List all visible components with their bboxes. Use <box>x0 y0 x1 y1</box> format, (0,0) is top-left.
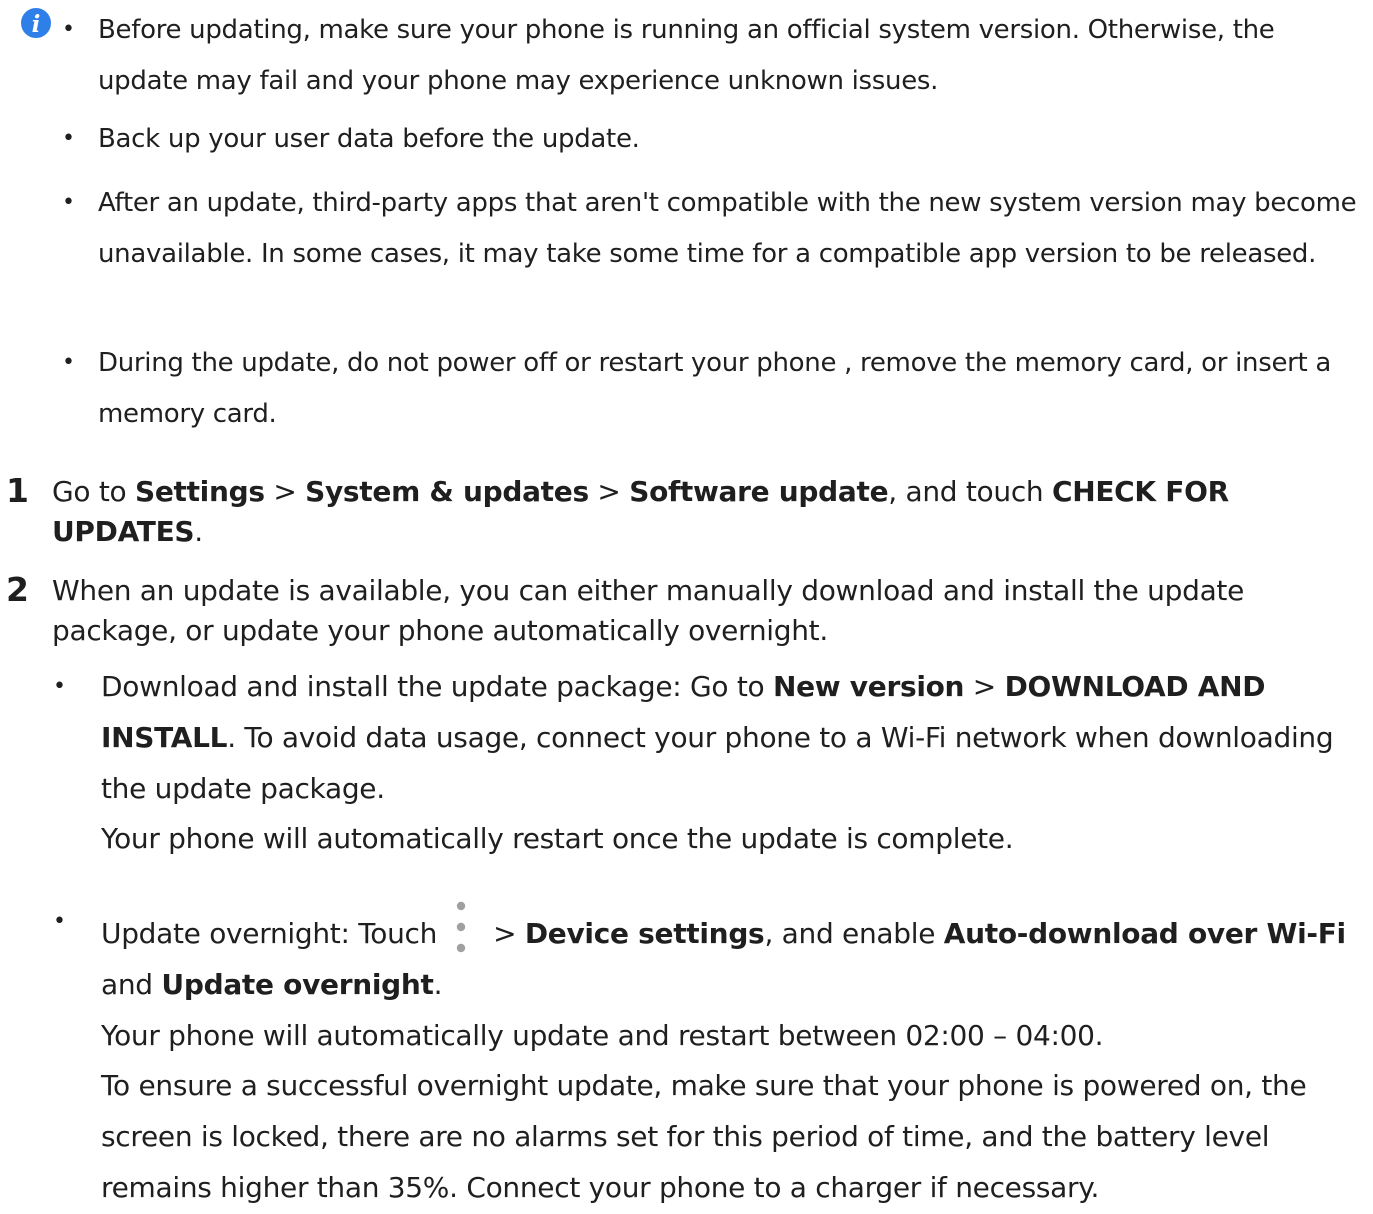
note-text: Back up your user data before the update… <box>98 124 640 154</box>
sub-text: . <box>433 967 443 1001</box>
software-update-label: Software update <box>629 475 889 508</box>
separator: > <box>264 475 306 508</box>
sub-text-line: Your phone will automatically update and… <box>101 1018 1104 1052</box>
sub-text: Download and install the update package:… <box>101 670 773 703</box>
step-text: When an update is available, you can eit… <box>52 574 1245 647</box>
system-updates-label: System & updates <box>305 475 589 508</box>
more-vertical-icon <box>456 901 466 953</box>
step-1: 1 Go to Settings > System & updates > So… <box>6 471 1362 552</box>
step-text: . <box>194 515 203 548</box>
note-item: • After an update, third-party apps that… <box>62 178 1368 279</box>
note-item: • Back up your user data before the upda… <box>62 114 1368 165</box>
sub-text-line: Your phone will automatically restart on… <box>101 822 1014 856</box>
step-number: 1 <box>6 471 29 510</box>
step-number: 2 <box>6 570 29 609</box>
note-text: Before updating, make sure your phone is… <box>98 15 1275 96</box>
separator: > <box>588 475 630 508</box>
sub-text-line: To ensure a successful overnight update,… <box>101 1069 1307 1204</box>
auto-download-label: Auto-download over Wi-Fi <box>943 917 1346 950</box>
sub-text: and <box>101 967 162 1001</box>
note-item: • During the update, do not power off or… <box>62 338 1368 439</box>
bullet: • <box>53 909 66 934</box>
svg-text:i: i <box>32 11 41 38</box>
update-overnight-label: Update overnight <box>161 967 434 1001</box>
sub-text: , and enable <box>764 917 944 950</box>
sub-item-overnight: • Update overnight: Touch > Device settin… <box>53 897 1363 1214</box>
sub-text: Update overnight: Touch <box>101 917 438 950</box>
separator: > <box>493 917 525 950</box>
step-text: Go to <box>52 475 135 508</box>
sub-text: . To avoid data usage, connect your phon… <box>101 720 1334 805</box>
note-text: After an update, third-party apps that a… <box>98 188 1357 269</box>
info-icon: i <box>19 6 53 40</box>
separator: > <box>964 670 1005 703</box>
bullet: • <box>62 190 75 215</box>
step-text: , and touch <box>888 475 1052 508</box>
new-version-label: New version <box>772 670 965 703</box>
step-2: 2 When an update is available, you can e… <box>6 570 1362 651</box>
note-text: During the update, do not power off or r… <box>98 348 1332 429</box>
note-item: • Before updating, make sure your phone … <box>62 5 1368 106</box>
bullet: • <box>62 126 75 151</box>
device-settings-label: Device settings <box>524 917 765 950</box>
sub-item-download: • Download and install the update packag… <box>53 662 1363 865</box>
bullet: • <box>62 17 75 42</box>
bullet: • <box>62 350 75 375</box>
settings-label: Settings <box>134 475 265 508</box>
bullet: • <box>53 674 66 699</box>
